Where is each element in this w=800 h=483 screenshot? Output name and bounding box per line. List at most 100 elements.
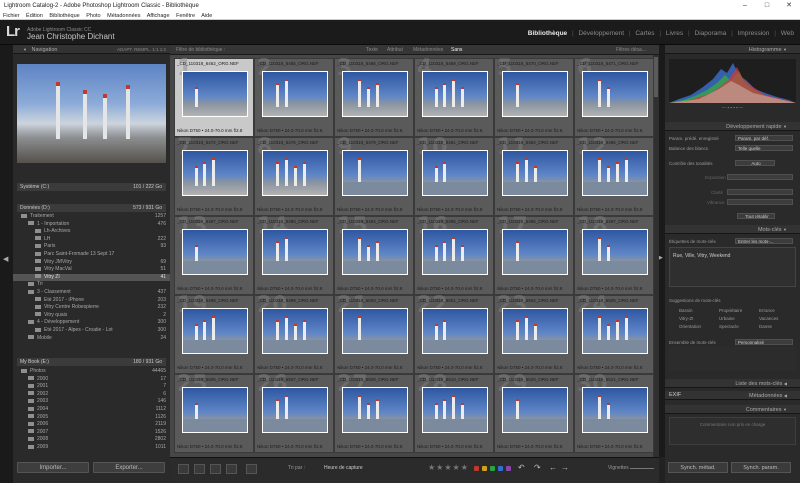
thumbnail-image[interactable] <box>342 71 408 117</box>
menu-edit[interactable]: Édition <box>26 13 43 19</box>
keyword-suggestion[interactable]: Orientation <box>679 324 701 329</box>
folder-row[interactable]: Vitry MacVal 51 <box>13 266 170 274</box>
comments-box[interactable]: Commentaire non pris en charge <box>669 417 796 445</box>
thumbnail-image[interactable] <box>502 387 568 433</box>
keyword-suggestion[interactable]: Vacances <box>759 316 778 321</box>
next-photo-icon[interactable]: → <box>561 463 569 472</box>
thumbnail-cell[interactable]: 28 _CD_110318_6510_ORG.NEF Nikon D750 • 24… <box>414 372 494 453</box>
thumbnail-image[interactable] <box>502 150 568 196</box>
thumbnail-image[interactable] <box>582 308 648 354</box>
zoom-1-1[interactable]: 1:1 <box>152 47 158 52</box>
folder-row[interactable]: Traitement 1257 <box>13 213 170 221</box>
rating-stars[interactable]: ★★★★★ <box>428 463 469 472</box>
thumbnail-cell[interactable]: 26 _CD_110318_6507_ORG.NEF Nikon D750 • 24… <box>254 372 334 453</box>
compare-view-icon[interactable] <box>210 464 221 474</box>
folder-row[interactable]: LH 222 <box>13 236 170 244</box>
exposure-buttons[interactable] <box>727 174 793 180</box>
thumbnail-image[interactable] <box>342 229 408 275</box>
thumbnail-cell[interactable]: 16 _CD_110318_6495_ORG.NEF Nikon D750 • 24… <box>414 214 494 295</box>
folder-row[interactable]: 2003 146 <box>13 398 170 406</box>
thumbnail-image[interactable] <box>262 229 328 275</box>
color-label-swatch[interactable] <box>498 466 503 471</box>
thumbnail-cell[interactable]: 9 _CD_110318_6479_ORG.NEF Nikon D750 • 24.… <box>334 135 414 216</box>
thumbnail-image[interactable] <box>502 308 568 354</box>
filter-attribute[interactable]: Attribut <box>387 45 403 55</box>
minimize-icon[interactable]: – <box>734 0 756 12</box>
folder-row[interactable]: Tri <box>13 281 170 289</box>
thumbnail-cell[interactable]: 10 _CD_110318_6481_ORG.NEF Nikon D750 • 24… <box>414 135 494 216</box>
loupe-view-icon[interactable] <box>194 464 205 474</box>
thumbnail-image[interactable] <box>182 308 248 354</box>
thumbnail-cell[interactable]: 29 _CD_110318_6520_ORG.NEF Nikon D750 • 24… <box>494 372 574 453</box>
thumbnail-image[interactable] <box>582 387 648 433</box>
keyword-entry-select[interactable]: Entrer les mots-... <box>735 238 793 244</box>
volume-header-data[interactable]: Données (D:) 573 / 931 Go <box>17 204 166 212</box>
filter-metadata[interactable]: Métadonnées <box>413 45 443 55</box>
thumbnail-cell[interactable]: 1 _CD_110318_6462_ORG.NEF Nikon D750 • 24.… <box>174 56 254 137</box>
thumbnail-image[interactable] <box>422 150 488 196</box>
folder-row[interactable]: 2004 1112 <box>13 406 170 414</box>
navigator-preview[interactable] <box>17 64 166 163</box>
collapse-right-arrow-icon[interactable]: ▶ <box>659 255 663 261</box>
vibrance-buttons[interactable] <box>727 199 793 205</box>
thumbnail-image[interactable] <box>182 229 248 275</box>
close-icon[interactable]: ✕ <box>778 0 800 12</box>
folder-row[interactable]: Parc Saint-Fromade 13 Sept 17 <box>13 251 170 259</box>
color-label-swatch[interactable] <box>506 466 511 471</box>
thumbnail-cell[interactable]: 3 _CD_110318_6466_ORG.NEF Nikon D750 • 24.… <box>334 56 414 137</box>
thumbnail-image[interactable] <box>582 71 648 117</box>
thumbnail-cell[interactable]: 23 _CD_110318_6502_ORG.NEF Nikon D750 • 24… <box>494 293 574 374</box>
prev-photo-icon[interactable]: ← <box>549 463 557 472</box>
folder-row[interactable]: 2002 6 <box>13 391 170 399</box>
comments-header[interactable]: Commentaires ▼ <box>665 405 800 414</box>
module-web[interactable]: Web <box>781 30 794 37</box>
clarity-buttons[interactable] <box>727 189 793 195</box>
module-print[interactable]: Impression <box>738 30 770 37</box>
thumbnail-cell[interactable]: 8 _CD_110318_6476_ORG.NEF Nikon D750 • 24.… <box>254 135 334 216</box>
folder-row[interactable]: Eté 2017 - Alpes - Croatie - Lot 300 <box>13 327 170 335</box>
thumbnail-cell[interactable]: 7 _CD_110318_6472_ORG.NEF Nikon D750 • 24.… <box>174 135 254 216</box>
keyword-tags-box[interactable]: Rue, Ville, Vitry, Weekend <box>669 247 796 287</box>
thumbnail-image[interactable] <box>342 387 408 433</box>
module-book[interactable]: Livres <box>666 30 683 37</box>
folder-row[interactable]: Vitry ZI 41 <box>13 273 170 282</box>
folder-row[interactable]: 2008 2802 <box>13 436 170 444</box>
thumbnail-cell[interactable]: 20 _CD_110318_6499_ORG.NEF Nikon D750 • 24… <box>254 293 334 374</box>
thumbnail-image[interactable] <box>262 150 328 196</box>
folder-row[interactable]: Eté 2017 - iPhone 203 <box>13 297 170 305</box>
thumbnail-cell[interactable]: 19 _CD_110318_6498_ORG.NEF Nikon D750 • 24… <box>174 293 254 374</box>
keyword-suggestion[interactable]: Propriétaire <box>719 308 742 313</box>
menu-help[interactable]: Aide <box>201 13 212 19</box>
white-balance-select[interactable]: Telle quelle <box>735 145 793 151</box>
thumbnail-image[interactable] <box>262 71 328 117</box>
histogram-header[interactable]: Histogramme ▼ <box>665 45 800 54</box>
folder-row[interactable]: Mobile 24 <box>13 335 170 343</box>
thumbnail-image[interactable] <box>342 308 408 354</box>
keywording-header[interactable]: Mots-clés ▼ <box>665 225 800 234</box>
keyword-set-select[interactable]: Personnalisé <box>735 339 793 345</box>
keyword-suggestion[interactable]: Vitry-ZI <box>679 316 693 321</box>
volume-header-mybook[interactable]: My Book (E:) 180 / 931 Go <box>17 358 166 366</box>
folder-row[interactable]: 2005 1126 <box>13 414 170 422</box>
collapse-left-arrow-icon[interactable]: ◀ <box>3 255 8 263</box>
keyword-suggestion[interactable]: Danse <box>759 324 772 329</box>
thumbnail-image[interactable] <box>422 308 488 354</box>
menu-photo[interactable]: Photo <box>86 13 100 19</box>
menu-window[interactable]: Fenêtre <box>176 13 195 19</box>
color-label-swatch[interactable] <box>482 466 487 471</box>
thumbnail-image[interactable] <box>422 71 488 117</box>
thumbnail-cell[interactable]: 12 _CD_110318_6486_ORG.NEF Nikon D750 • 24… <box>574 135 654 216</box>
thumbnail-cell[interactable]: 5 _CD_110318_6470_ORG.NEF Nikon D750 • 24.… <box>494 56 574 137</box>
folder-row[interactable]: 4 - Développement 300 <box>13 319 170 327</box>
survey-view-icon[interactable] <box>226 464 237 474</box>
thumbnail-cell[interactable]: 30 _CD_110318_6521_ORG.NEF Nikon D750 • 24… <box>574 372 654 453</box>
thumbnail-cell[interactable]: 17 _CD_110318_6496_ORG.NEF Nikon D750 • 24… <box>494 214 574 295</box>
thumbnail-cell[interactable]: 21 _CD_110318_6500_ORG.NEF Nikon D750 • 24… <box>334 293 414 374</box>
thumbnail-image[interactable] <box>422 387 488 433</box>
zoom-fit[interactable]: ADAPT. <box>117 47 133 52</box>
keyword-suggestion[interactable]: Errance <box>759 308 775 313</box>
thumbnail-cell[interactable]: 2 _CD_110318_6465_ORG.NEF Nikon D750 • 24.… <box>254 56 334 137</box>
thumbnail-size-slider[interactable] <box>630 468 654 469</box>
scrollbar-thumb[interactable] <box>654 57 658 97</box>
folder-row[interactable]: 2009 1011 <box>13 444 170 452</box>
